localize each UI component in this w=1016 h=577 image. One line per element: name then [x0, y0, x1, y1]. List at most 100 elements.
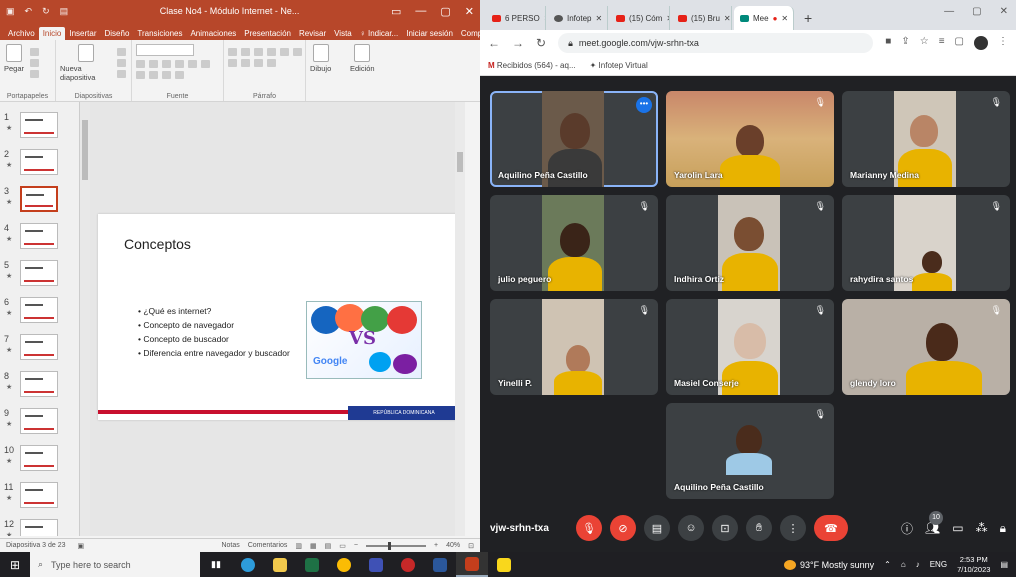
bookmark-gmail[interactable]: M Recibidos (564) - aq...: [488, 61, 576, 70]
host-controls-icon[interactable]: 🔒︎: [1000, 521, 1006, 536]
participant-tile[interactable]: 🎙︎ Indhira Ortiz: [666, 195, 834, 291]
ribbon-display-icon[interactable]: ▭: [391, 5, 401, 18]
more-options-button[interactable]: ⋮: [780, 515, 806, 541]
numbering-icon[interactable]: [241, 48, 250, 56]
notes-button[interactable]: Notas: [221, 542, 239, 549]
more-options-icon[interactable]: •••: [636, 97, 652, 113]
browser-tab[interactable]: Infotep ✕: [548, 6, 608, 30]
font-name-field[interactable]: [136, 44, 194, 56]
forward-icon[interactable]: →: [512, 36, 524, 50]
copy-icon[interactable]: [30, 59, 40, 67]
tab-revisar[interactable]: Revisar: [295, 27, 330, 40]
bullets-icon[interactable]: [228, 48, 237, 56]
raise-hand-button[interactable]: ✋︎: [746, 515, 772, 541]
taskbar-powerpoint[interactable]: [456, 552, 488, 577]
participant-tile[interactable]: 🎙︎ julio peguero: [490, 195, 658, 291]
taskbar-excel[interactable]: [296, 552, 328, 577]
participant-tile[interactable]: 🎙︎ rahydira santos: [842, 195, 1010, 291]
participant-tile[interactable]: 🎙︎ glendy loro: [842, 299, 1010, 395]
columns-icon[interactable]: [254, 59, 263, 67]
align-left-icon[interactable]: [280, 48, 289, 56]
undo-icon[interactable]: ↶: [25, 6, 33, 17]
indent-icon[interactable]: [254, 48, 263, 56]
people-button[interactable]: 10 👥︎: [925, 511, 944, 535]
participant-tile[interactable]: 🎙︎ Yinelli P.: [490, 299, 658, 395]
language-indicator[interactable]: ENG: [930, 560, 947, 569]
chat-icon[interactable]: ▭: [952, 521, 963, 535]
paste-button[interactable]: Pegar: [4, 44, 24, 73]
leave-call-button[interactable]: ☎︎: [814, 515, 848, 541]
bookmark-star-icon[interactable]: ☆: [920, 36, 929, 50]
taskbar-chrome[interactable]: [328, 552, 360, 577]
browser-tab[interactable]: (15) Cóm✕: [610, 6, 670, 30]
reset-icon[interactable]: [117, 59, 126, 67]
slide-thumbnail[interactable]: 11 ★: [4, 482, 68, 512]
info-icon[interactable]: ⓘ: [901, 520, 913, 537]
camera-toggle-button[interactable]: ⊘: [610, 515, 636, 541]
tab-archivo[interactable]: Archivo: [4, 27, 39, 40]
section-icon[interactable]: [117, 70, 126, 78]
slide-bullet-list[interactable]: ¿Qué es internet? Concepto de navegador …: [138, 304, 318, 360]
reading-list-icon[interactable]: ≡: [939, 36, 945, 50]
address-bar[interactable]: 🔒︎ meet.google.com/vjw-srhn-txa: [558, 33, 874, 53]
clear-format-icon[interactable]: [175, 71, 184, 79]
spacing-icon[interactable]: [188, 60, 197, 68]
zoom-out-button[interactable]: −: [354, 542, 358, 549]
reading-view-icon[interactable]: ▤: [325, 542, 332, 550]
canvas-scrollbar[interactable]: [455, 102, 465, 536]
activities-icon[interactable]: ⁂: [976, 521, 988, 535]
browser-tab[interactable]: 6 PERSO✕: [486, 6, 546, 30]
tab-presentacion[interactable]: Presentación: [240, 27, 295, 40]
comments-button[interactable]: Comentarios: [248, 542, 288, 549]
minimize-button[interactable]: —: [944, 6, 954, 17]
participant-tile[interactable]: 🎙︎ Aquilino Peña Castillo: [666, 403, 834, 499]
slide-thumbnail[interactable]: 6 ★: [4, 297, 68, 327]
start-button[interactable]: ⊞: [0, 558, 30, 572]
tray-chevron-icon[interactable]: ⌃: [884, 560, 891, 569]
taskbar-explorer[interactable]: [264, 552, 296, 577]
close-tab-icon[interactable]: ✕: [666, 14, 669, 23]
redo-icon[interactable]: ↻: [42, 6, 50, 17]
tell-me-field[interactable]: ♀ Indicar...: [356, 27, 402, 40]
line-spacing-icon[interactable]: [267, 48, 276, 56]
slide-thumbnail[interactable]: 7 ★: [4, 334, 68, 364]
zoom-slider[interactable]: [366, 541, 427, 550]
align-right-icon[interactable]: [228, 59, 237, 67]
network-icon[interactable]: ⌂: [901, 560, 906, 569]
camera-indicator-icon[interactable]: ■: [885, 36, 891, 50]
fit-slide-icon[interactable]: ⊡: [468, 542, 474, 550]
slide-thumbnail[interactable]: 2 ★: [4, 149, 68, 179]
taskbar-search[interactable]: ⌕ Type here to search: [30, 552, 200, 577]
shrink-font-icon[interactable]: [162, 71, 171, 79]
format-painter-icon[interactable]: [30, 70, 40, 78]
browsers-vs-search-engines-image[interactable]: VS Google: [306, 301, 422, 379]
text-direction-icon[interactable]: [267, 59, 276, 67]
justify-icon[interactable]: [241, 59, 250, 67]
new-tab-button[interactable]: +: [796, 10, 820, 30]
back-icon[interactable]: ←: [488, 36, 500, 50]
reactions-button[interactable]: ☺: [678, 515, 704, 541]
tab-inicio[interactable]: Inicio: [38, 27, 66, 40]
profile-avatar[interactable]: [974, 36, 988, 50]
share-button[interactable]: Compartir: [457, 27, 480, 40]
slide-thumbnail[interactable]: 5 ★: [4, 260, 68, 290]
thumbnails-scrollbar[interactable]: [80, 102, 90, 536]
slide-thumbnail[interactable]: 8 ★: [4, 371, 68, 401]
maximize-button[interactable]: ▢: [440, 5, 450, 18]
reload-icon[interactable]: ↻: [536, 36, 546, 50]
participant-tile[interactable]: ••• Aquilino Peña Castillo: [490, 91, 658, 187]
volume-icon[interactable]: ♪: [916, 560, 920, 569]
taskbar-edge[interactable]: [232, 552, 264, 577]
browser-tab-active[interactable]: Mee ● ✕: [734, 6, 794, 30]
slide-thumbnail[interactable]: 1 ★: [4, 112, 68, 142]
cut-icon[interactable]: [30, 48, 40, 56]
new-slide-button[interactable]: Nueva diapositiva: [60, 44, 111, 82]
menu-icon[interactable]: ⋮: [998, 36, 1008, 50]
task-view-button[interactable]: ▮▮: [200, 552, 232, 577]
slide-thumbnail[interactable]: 3 ★: [4, 186, 68, 216]
minimize-button[interactable]: —: [415, 5, 426, 18]
notifications-icon[interactable]: ▤: [1000, 560, 1008, 569]
share-icon[interactable]: ⇪: [901, 36, 909, 50]
tab-animaciones[interactable]: Animaciones: [186, 27, 240, 40]
slide-title[interactable]: Conceptos: [124, 236, 191, 252]
